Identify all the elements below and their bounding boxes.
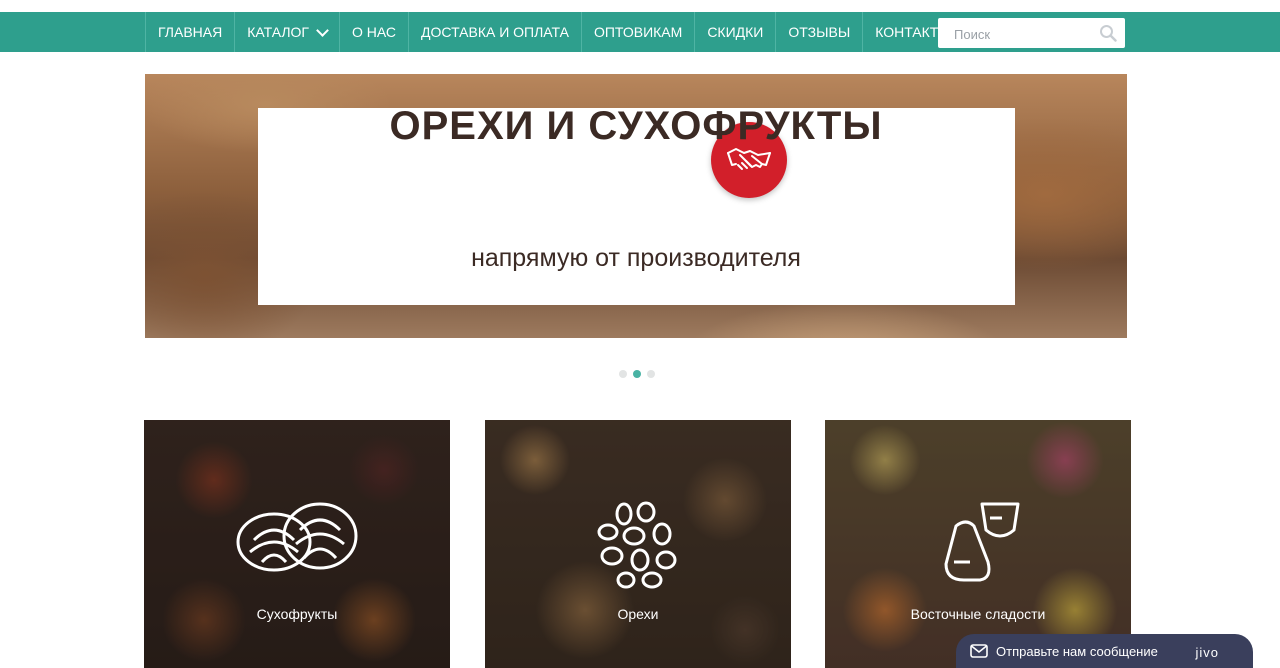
sweets-icon <box>944 502 1020 582</box>
nav-label: ОПТОВИКАМ <box>593 24 683 40</box>
chat-widget[interactable]: Отправьте нам сообщение jivo <box>956 634 1253 668</box>
nav-item-catalog[interactable]: КАТАЛОГ <box>234 12 339 52</box>
tile-icon-wrap <box>144 500 450 590</box>
nav-item-discounts[interactable]: СКИДКИ <box>694 12 775 52</box>
category-tile-nuts[interactable]: Орехи <box>485 420 791 668</box>
slide-dot-3[interactable] <box>647 370 655 378</box>
tile-label: Орехи <box>617 606 659 622</box>
tile-label: Восточные сладости <box>910 606 1046 622</box>
slide-dot-1[interactable] <box>619 370 627 378</box>
slider-dots <box>619 370 655 378</box>
nav-item-home[interactable]: ГЛАВНАЯ <box>145 12 234 52</box>
nav-label: О НАС <box>352 24 397 40</box>
nuts-icon <box>597 501 677 589</box>
nav-item-reviews[interactable]: ОТЗЫВЫ <box>775 12 862 52</box>
tile-icon-wrap <box>485 500 791 590</box>
chat-brand-logo: jivo <box>1195 645 1219 660</box>
chat-label: Отправьте нам сообщение <box>996 643 1158 659</box>
nav-label: ГЛАВНАЯ <box>158 24 223 40</box>
slide-dot-2[interactable] <box>633 370 641 378</box>
nav-item-about[interactable]: О НАС <box>339 12 408 52</box>
chevron-down-icon <box>316 24 329 37</box>
category-tile-dried-fruits[interactable]: Сухофрукты <box>144 420 450 668</box>
banner-subtitle: напрямую от производителя <box>471 244 801 272</box>
nav-label: ОТЗЫВЫ <box>788 24 851 40</box>
nav-label: СКИДКИ <box>707 24 764 40</box>
main-nav: ГЛАВНАЯ КАТАЛОГ О НАС ДОСТАВКА И ОПЛАТА … <box>145 12 963 52</box>
nav-item-delivery[interactable]: ДОСТАВКА И ОПЛАТА <box>408 12 581 52</box>
nav-item-wholesale[interactable]: ОПТОВИКАМ <box>580 12 694 52</box>
category-tile-oriental-sweets[interactable]: Восточные сладости <box>825 420 1131 668</box>
dried-fruit-icon <box>236 502 358 572</box>
tile-icon-wrap <box>825 500 1131 590</box>
handshake-icon <box>727 148 771 170</box>
envelope-icon <box>970 644 988 658</box>
search-input[interactable] <box>952 19 1106 49</box>
tile-label: Сухофрукты <box>256 606 338 622</box>
nav-label: ДОСТАВКА И ОПЛАТА <box>421 24 569 40</box>
nav-label: КАТАЛОГ <box>247 24 310 40</box>
search-box <box>938 18 1125 49</box>
search-icon[interactable] <box>1099 24 1117 42</box>
top-strip <box>0 0 1280 12</box>
banner-title: ОРЕХИ И СУХОФРУКТЫ <box>389 104 883 148</box>
